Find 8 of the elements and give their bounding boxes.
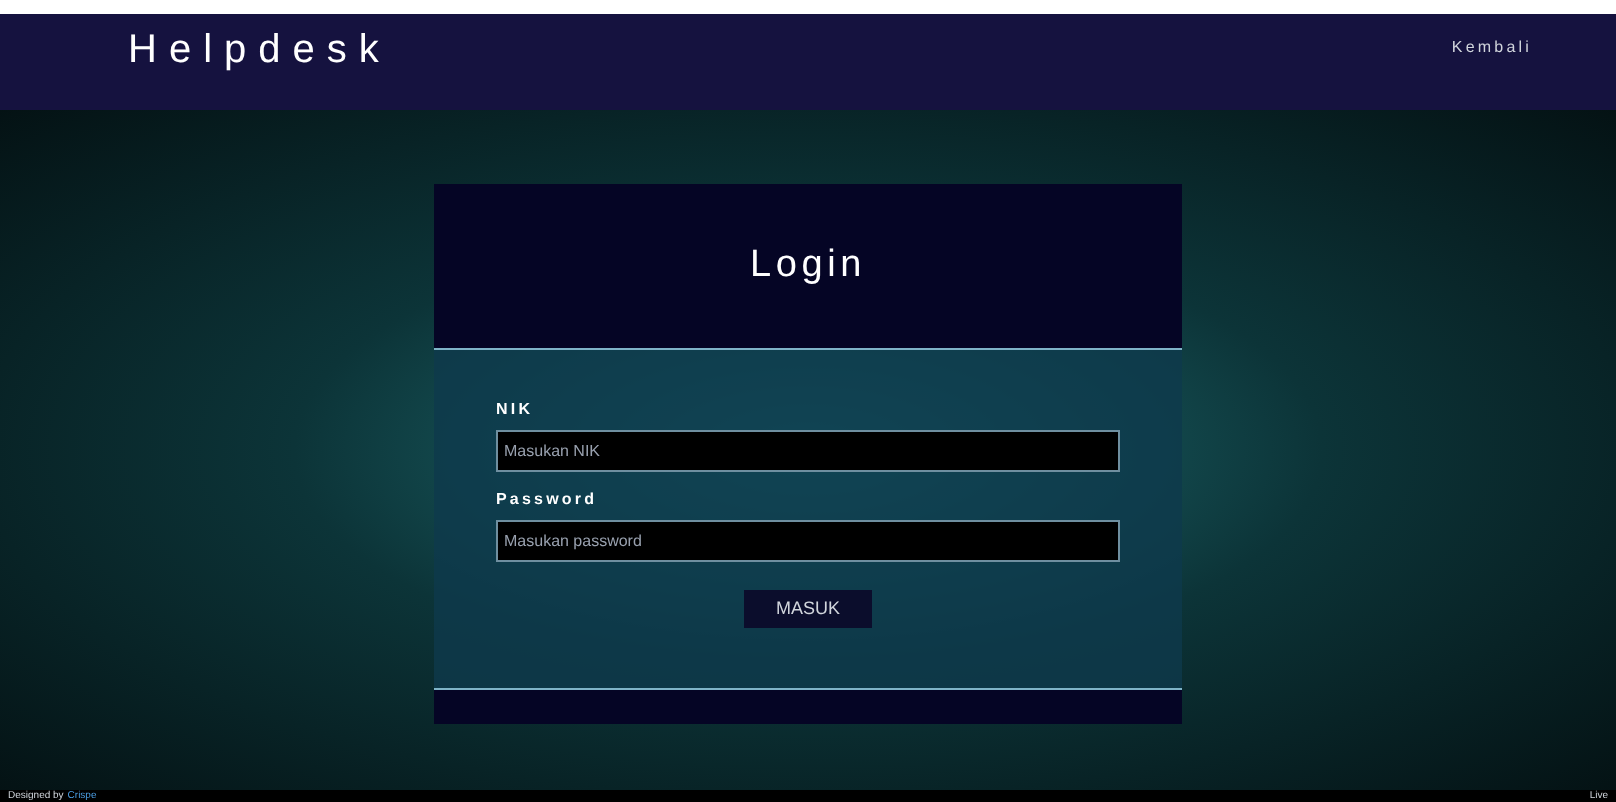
site-title: Helpdesk (128, 26, 391, 76)
field-label: Password (496, 488, 600, 512)
input-field[interactable]: Masukan password (496, 520, 1120, 562)
back-link[interactable]: Kembali (1451, 36, 1532, 88)
submit-button[interactable]: MASUK (743, 590, 872, 628)
login-title: Login (750, 241, 866, 290)
input-field[interactable]: Masukan NIK (496, 430, 1120, 472)
field-label: NIK (496, 398, 536, 422)
